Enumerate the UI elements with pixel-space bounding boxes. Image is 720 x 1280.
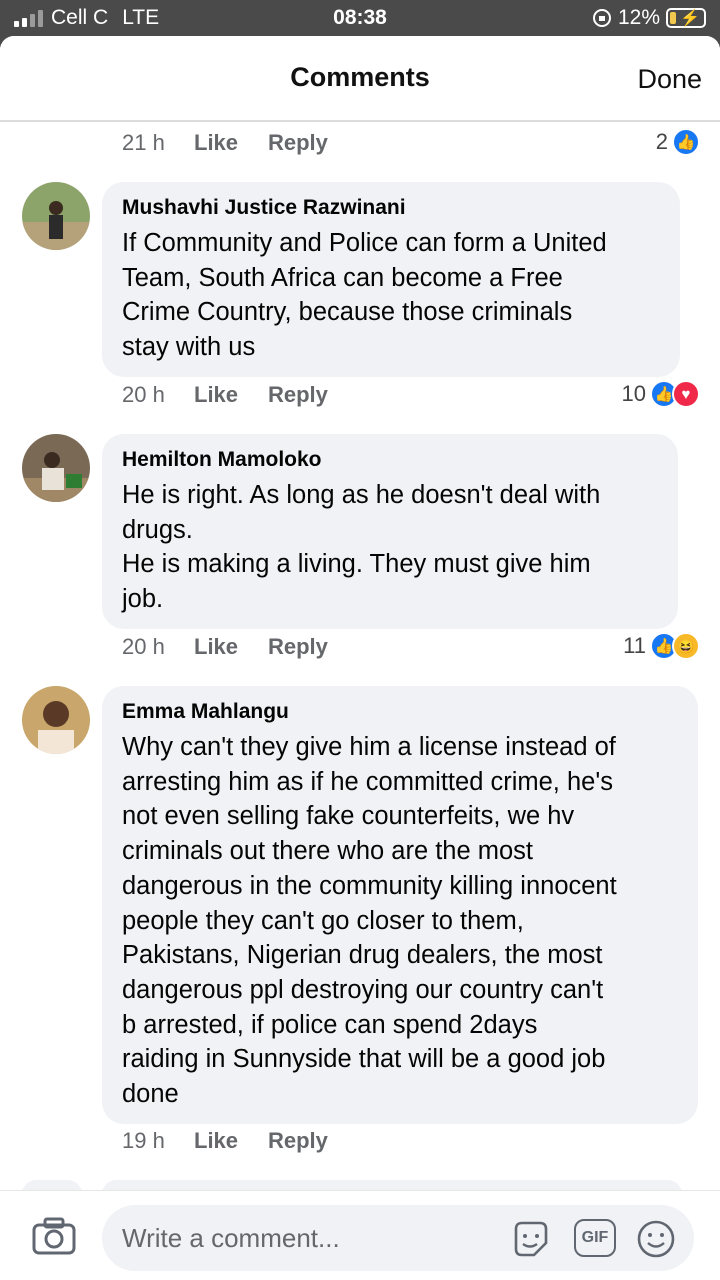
reply-button[interactable]: Reply [268,634,328,660]
comment-meta: 21 h Like Reply [122,130,328,156]
reply-button[interactable]: Reply [268,130,328,156]
comment-meta: 20 h Like Reply [122,382,328,408]
haha-reaction-icon: 😆 [672,632,700,660]
comment-time: 19 h [122,1128,165,1153]
comment-author[interactable]: Emma Mahlangu [122,700,678,724]
comment-meta: 20 h Like Reply [122,634,328,660]
reaction-summary[interactable]: 11 👍 😆 [623,632,700,660]
comment-text: Why can't they give him a license instea… [122,733,617,1109]
battery-percent: 12% [617,6,660,29]
page-title: Comments [290,62,430,92]
comment-time: 20 h [122,634,165,659]
comment-text: If Community and Police can form a Unite… [122,229,607,362]
reaction-summary[interactable]: 10 👍 ♥ [622,380,700,408]
like-button[interactable]: Like [194,634,268,660]
comment-time: 21 h [122,130,165,155]
comment-time: 20 h [122,382,165,407]
reaction-count: 11 [623,633,646,658]
comment-input[interactable]: Write a comment... GIF [102,1205,694,1271]
like-button[interactable]: Like [194,130,268,156]
reply-button[interactable]: Reply [268,382,328,408]
comment-text: He is right. As long as he doesn't deal … [122,481,601,614]
reaction-count: 10 [621,381,646,406]
battery-icon: ⚡ [666,8,706,28]
avatar[interactable] [22,686,90,754]
comment-bubble[interactable]: Emma Mahlangu Why can't they give him a … [102,686,698,1124]
like-reaction-icon: 👍 [672,128,700,156]
avatar[interactable] [22,182,90,250]
comment-placeholder: Write a comment... [122,1223,340,1253]
status-right: 12% ⚡ [592,6,706,30]
comments-sheet: Comments Done 21 h Like Reply 2 👍 Mushav… [0,36,720,1280]
reaction-count: 2 [655,129,668,154]
comment-meta: 19 h Like Reply [122,1128,328,1154]
avatar[interactable] [22,434,90,502]
gif-icon[interactable]: GIF [574,1219,616,1257]
like-button[interactable]: Like [194,382,268,408]
camera-icon[interactable] [32,1217,76,1255]
done-button[interactable]: Done [637,64,702,95]
reply-button[interactable]: Reply [268,1128,328,1154]
like-button[interactable]: Like [194,1128,268,1154]
orientation-lock-icon [592,9,611,27]
love-reaction-icon: ♥ [672,380,700,408]
comment-author[interactable]: Hemilton Mamoloko [122,448,658,472]
header: Comments Done [0,36,720,122]
comment-bubble[interactable]: Hemilton Mamoloko He is right. As long a… [102,434,678,629]
status-bar: Cell C LTE 08:38 12% ⚡ [0,0,720,36]
comment-author[interactable]: Mushavhi Justice Razwinani [122,196,660,220]
sticker-icon[interactable] [510,1219,550,1259]
gif-label: GIF [581,1229,609,1246]
comment-composer: Write a comment... GIF [0,1190,720,1280]
emoji-icon[interactable] [636,1219,676,1259]
comment-bubble[interactable]: Mushavhi Justice Razwinani If Community … [102,182,680,377]
reaction-summary[interactable]: 2 👍 [656,128,700,156]
